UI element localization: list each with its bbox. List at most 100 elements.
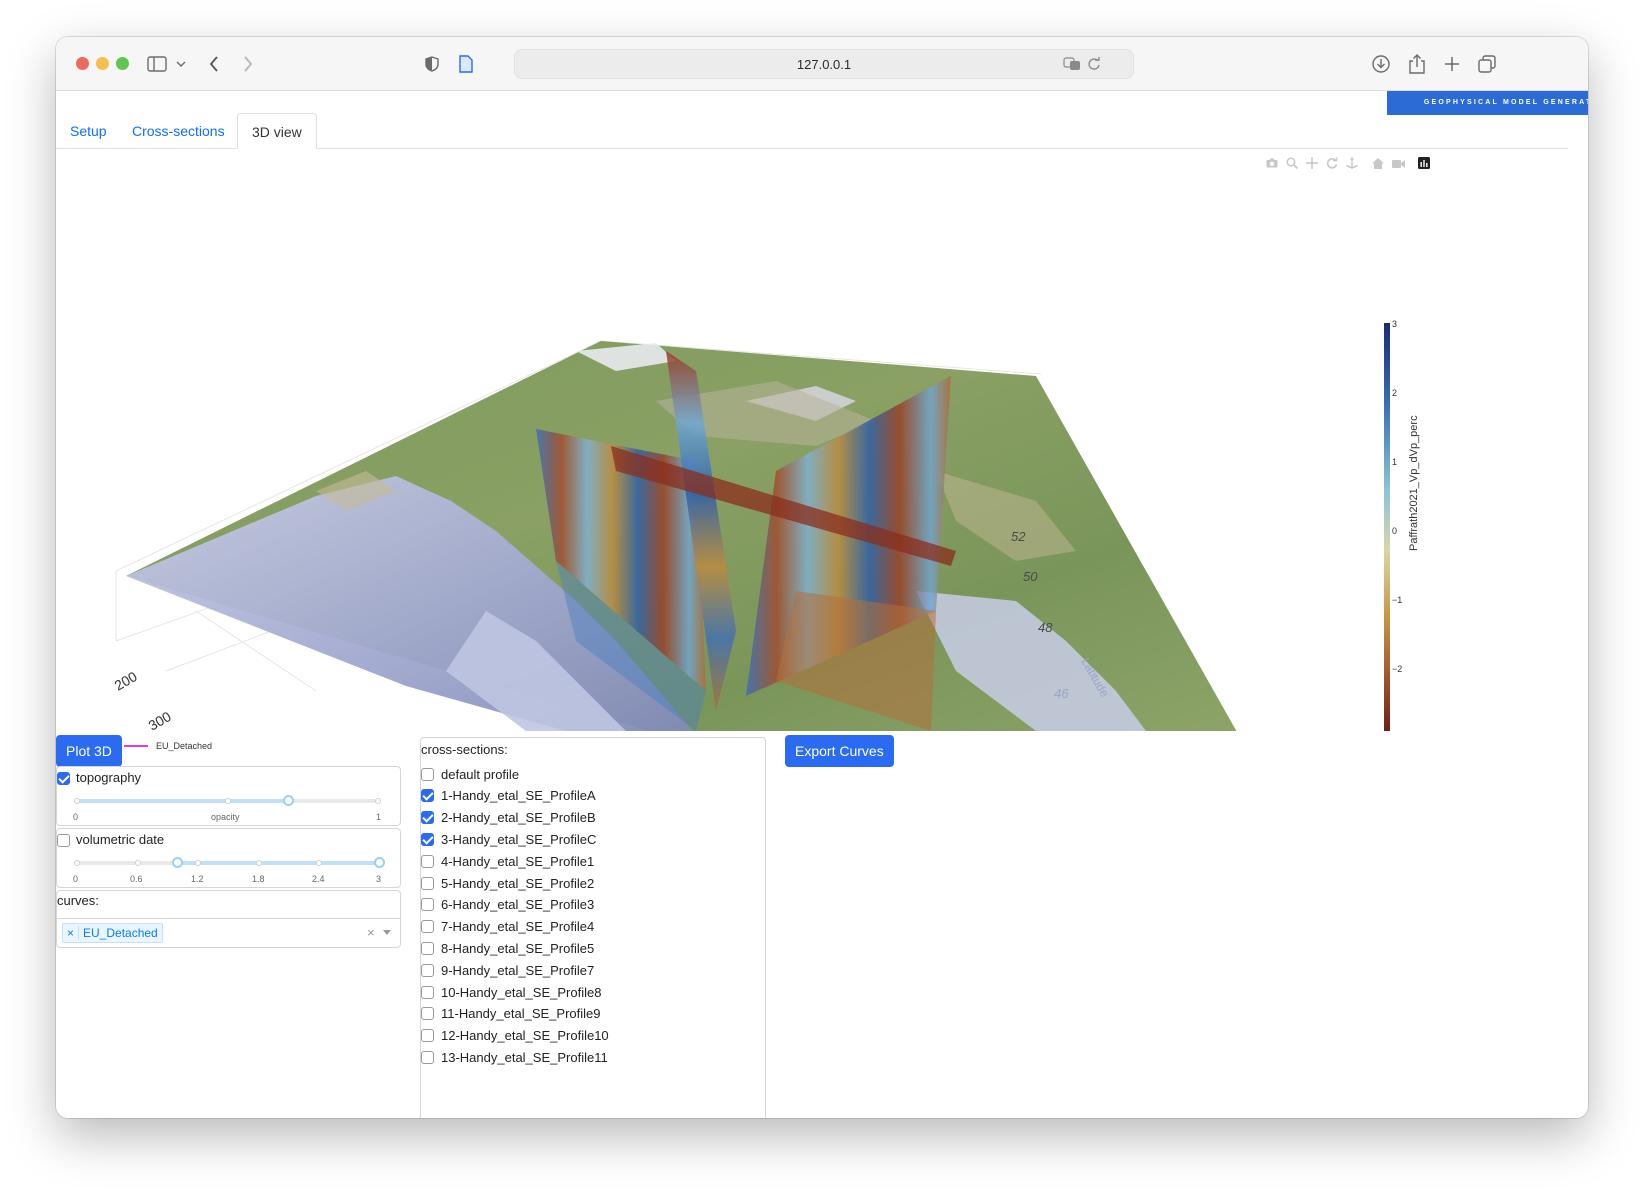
plot-3d-svg: 200 300 52 50 48 46 Latitude 3 2 1 0 −1 … (112, 319, 1402, 748)
volumetric-tick: 0.6 (130, 874, 143, 884)
volumetric-slider-mark (135, 860, 141, 866)
cross-section-item[interactable]: 10-Handy_etal_SE_Profile8 (421, 982, 601, 1002)
cross-section-item[interactable]: 8-Handy_etal_SE_Profile5 (421, 938, 594, 958)
address-bar[interactable]: 127.0.0.1 (514, 49, 1134, 79)
colorbar-title: Paffrath2021_Vp_dVp_perc (1408, 415, 1420, 551)
orbit-rotation-icon[interactable] (1322, 155, 1342, 171)
dropdown-arrow-icon[interactable] (383, 930, 391, 935)
plot-3d-button[interactable]: Plot 3D (56, 735, 122, 767)
volumetric-slider-low-handle[interactable] (172, 857, 183, 868)
axis-tick-left-2: 300 (146, 708, 174, 731)
opacity-slider-mark (375, 798, 381, 804)
turntable-rotation-icon[interactable] (1342, 155, 1362, 171)
cross-section-item[interactable]: 13-Handy_etal_SE_Profile11 (421, 1047, 608, 1067)
cross-section-checkbox[interactable] (421, 789, 434, 803)
cross-section-label: 11-Handy_etal_SE_Profile9 (441, 1006, 601, 1022)
sidebar-toggle-icon[interactable] (144, 50, 170, 78)
page-document-icon[interactable] (456, 50, 476, 78)
cross-section-label: 3-Handy_etal_SE_ProfileC (441, 831, 597, 847)
axis-tick-right-3: 48 (1038, 620, 1053, 635)
home-icon[interactable] (1368, 155, 1388, 171)
cross-section-item[interactable]: 5-Handy_etal_SE_Profile2 (421, 873, 594, 893)
cross-section-checkbox[interactable] (421, 1007, 434, 1021)
volumetric-label: volumetric date (76, 832, 165, 847)
cross-section-checkbox[interactable] (421, 1050, 434, 1064)
topography-panel: topography 0 opacity 1 (56, 766, 401, 826)
cross-section-label: 1-Handy_etal_SE_ProfileA (441, 788, 596, 804)
opacity-slider-handle[interactable] (283, 795, 294, 806)
reset-camera-icon[interactable] (1388, 155, 1408, 171)
plotly-logo-icon[interactable] (1414, 155, 1434, 171)
volumetric-tick: 2.4 (312, 874, 325, 884)
topography-label: topography (76, 770, 142, 785)
opacity-min-label: 0 (73, 812, 79, 822)
privacy-shield-icon[interactable] (422, 50, 442, 78)
volumetric-slider-high-handle[interactable] (374, 857, 385, 868)
new-tab-icon[interactable] (1441, 50, 1463, 78)
colorbar-tick: 1 (1392, 457, 1397, 467)
cross-section-checkbox[interactable] (421, 854, 434, 868)
curves-label: curves: (57, 893, 99, 908)
camera-icon[interactable] (1262, 155, 1282, 171)
cross-section-item[interactable]: 6-Handy_etal_SE_Profile3 (421, 895, 594, 915)
cross-section-checkbox[interactable] (421, 1029, 434, 1043)
curve-chip-label: EU_Detached (83, 926, 158, 940)
forward-icon[interactable] (238, 50, 258, 78)
chevron-down-icon[interactable] (174, 50, 188, 78)
tab-cross-sections[interactable]: Cross-sections (118, 113, 239, 149)
share-icon[interactable] (1406, 50, 1428, 78)
tab-overview-icon[interactable] (1476, 50, 1498, 78)
zoom-window-button[interactable] (116, 57, 129, 70)
pan-icon[interactable] (1302, 155, 1322, 171)
cross-section-item[interactable]: 9-Handy_etal_SE_Profile7 (421, 960, 594, 980)
cross-section-checkbox[interactable] (421, 898, 434, 912)
zoom-icon[interactable] (1282, 155, 1302, 171)
curves-select[interactable]: × EU_Detached × (57, 918, 400, 947)
back-icon[interactable] (204, 50, 224, 78)
tab-3d-view[interactable]: 3D view (237, 113, 317, 149)
plot-3d-area[interactable]: 200 300 52 50 48 46 Latitude 3 2 1 0 −1 … (56, 171, 1568, 748)
chip-remove-icon[interactable]: × (67, 926, 80, 940)
cross-section-item[interactable]: 2-Handy_etal_SE_ProfileB (421, 808, 596, 828)
close-window-button[interactable] (76, 57, 89, 70)
cross-section-checkbox[interactable] (421, 832, 434, 846)
download-icon[interactable] (1370, 50, 1392, 78)
clear-selection-icon[interactable]: × (367, 925, 375, 940)
cross-section-label: 10-Handy_etal_SE_Profile8 (441, 984, 602, 1000)
plot-legend[interactable]: EU_Detached (124, 741, 212, 751)
cross-section-checkbox[interactable] (421, 985, 434, 999)
cross-section-item[interactable]: 1-Handy_etal_SE_ProfileA (421, 786, 596, 806)
cross-section-checkbox[interactable] (421, 963, 434, 977)
browser-window: 127.0.0.1 GEOPHYSICAL MODEL GENERATOR Se… (56, 37, 1588, 1118)
topography-checkbox[interactable] (57, 772, 70, 785)
tab-setup[interactable]: Setup (56, 113, 121, 149)
volumetric-slider-mark (256, 860, 262, 866)
minimize-window-button[interactable] (96, 57, 109, 70)
cross-section-checkbox[interactable] (421, 941, 434, 955)
volumetric-tick: 3 (376, 874, 382, 884)
cross-section-item[interactable]: 11-Handy_etal_SE_Profile9 (421, 1004, 600, 1024)
legend-line-swatch (124, 745, 148, 747)
cross-section-checkbox[interactable] (421, 876, 434, 890)
tab-bar: Setup Cross-sections 3D view (56, 113, 1568, 149)
export-curves-button[interactable]: Export Curves (785, 735, 894, 767)
cross-section-item[interactable]: 12-Handy_etal_SE_Profile10 (421, 1026, 609, 1046)
volumetric-slider-mark (195, 860, 201, 866)
cross-section-label: 5-Handy_etal_SE_Profile2 (441, 875, 595, 891)
cross-section-item[interactable]: 7-Handy_etal_SE_Profile4 (421, 917, 594, 937)
cross-section-checkbox[interactable] (421, 767, 434, 781)
cross-section-item[interactable]: default profile (421, 764, 519, 784)
cross-section-item[interactable]: 3-Handy_etal_SE_ProfileC (421, 829, 596, 849)
cross-section-item[interactable]: 4-Handy_etal_SE_Profile1 (421, 851, 594, 871)
volumetric-tick: 1.8 (252, 874, 265, 884)
cross-section-checkbox[interactable] (421, 811, 434, 825)
volumetric-checkbox[interactable] (57, 834, 70, 847)
cross-section-label: 2-Handy_etal_SE_ProfileB (441, 810, 596, 826)
volumetric-tick: 0 (73, 874, 79, 884)
translate-icon[interactable] (1063, 57, 1081, 76)
curve-chip: × EU_Detached (62, 923, 163, 943)
cross-section-label: 12-Handy_etal_SE_Profile10 (441, 1028, 609, 1044)
cross-section-checkbox[interactable] (421, 920, 434, 934)
cross-section-label: 7-Handy_etal_SE_Profile4 (441, 919, 595, 935)
reload-icon[interactable] (1087, 57, 1101, 76)
